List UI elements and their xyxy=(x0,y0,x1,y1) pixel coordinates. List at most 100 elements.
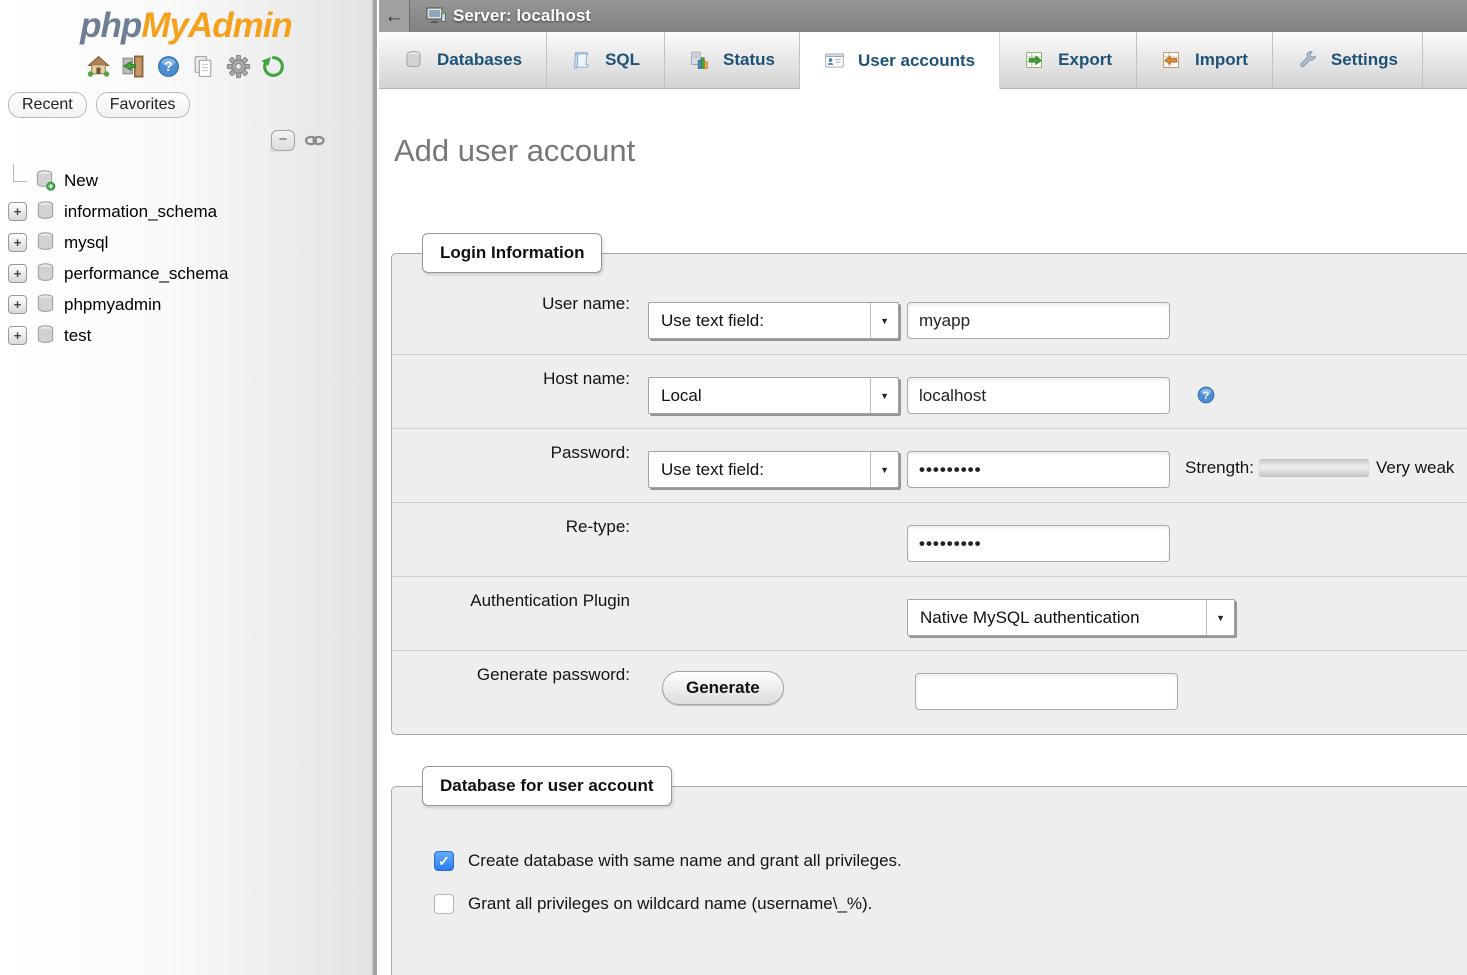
tree-item-mysql[interactable]: + mysql xyxy=(8,227,372,258)
database-for-user-fieldset: Database for user account ✓ Create datab… xyxy=(391,786,1467,975)
tab-user-accounts[interactable]: User accounts xyxy=(800,32,1000,89)
password-type-value: Use text field: xyxy=(661,460,764,480)
import-icon xyxy=(1161,50,1182,71)
auth-plugin-row: Authentication Plugin Native MySQL authe… xyxy=(392,576,1467,650)
tab-import[interactable]: Import xyxy=(1137,32,1273,88)
link-icon[interactable] xyxy=(304,133,326,148)
sidebar: phpMyAdmin ? Recent Favorites xyxy=(0,0,372,975)
grant-wildcard-option[interactable]: Grant all privileges on wildcard name (u… xyxy=(434,894,1467,914)
database-icon xyxy=(34,324,57,347)
page-title: Add user account xyxy=(394,133,1467,169)
tab-status[interactable]: Status xyxy=(665,32,800,88)
username-type-value: Use text field: xyxy=(661,311,764,331)
docs-icon[interactable] xyxy=(191,54,216,79)
password-type-select[interactable]: Use text field: ▼ xyxy=(648,451,899,488)
sidebar-resizer[interactable] xyxy=(372,0,379,975)
server-breadcrumb[interactable]: Server: localhost xyxy=(453,6,591,26)
retype-label: Re-type: xyxy=(392,503,630,537)
database-icon xyxy=(34,200,57,223)
favorites-button[interactable]: Favorites xyxy=(96,92,190,118)
auth-plugin-select[interactable]: Native MySQL authentication ▼ xyxy=(907,599,1235,636)
chevron-down-icon: ▼ xyxy=(870,378,898,413)
help-icon[interactable]: ? xyxy=(156,54,181,79)
export-icon xyxy=(1024,50,1045,71)
hostname-type-select[interactable]: Local ▼ xyxy=(648,377,899,414)
help-icon[interactable]: ? xyxy=(1196,385,1216,405)
hostname-type-value: Local xyxy=(661,386,702,406)
create-database-option[interactable]: ✓ Create database with same name and gra… xyxy=(434,851,1467,871)
chevron-down-icon: ▼ xyxy=(870,452,898,487)
chevron-down-icon: ▼ xyxy=(870,303,898,338)
username-row: User name: Use text field: ▼ xyxy=(392,280,1467,354)
generate-button[interactable]: Generate xyxy=(662,671,784,705)
username-input[interactable] xyxy=(907,302,1170,339)
sidebar-filter-buttons: Recent Favorites xyxy=(8,92,372,118)
database-icon xyxy=(34,262,57,285)
generated-password-input[interactable] xyxy=(915,673,1178,710)
create-database-label: Create database with same name and grant… xyxy=(468,851,902,871)
password-row: Password: Use text field: ▼ Strength: Ve… xyxy=(392,428,1467,502)
tree-item-label: test xyxy=(64,326,91,346)
database-icon xyxy=(403,50,424,71)
expand-icon[interactable]: + xyxy=(8,326,27,345)
grant-wildcard-label: Grant all privileges on wildcard name (u… xyxy=(468,894,872,914)
database-icon xyxy=(34,231,57,254)
expand-icon[interactable]: + xyxy=(8,264,27,283)
strength-text: Very weak xyxy=(1376,458,1454,478)
tab-databases[interactable]: Databases xyxy=(379,32,547,88)
password-label: Password: xyxy=(392,429,630,463)
home-icon[interactable] xyxy=(86,54,111,79)
svg-text:?: ? xyxy=(1203,390,1210,402)
tree-item-label: New xyxy=(64,171,98,191)
tree-item-performance-schema[interactable]: + performance_schema xyxy=(8,258,372,289)
checkbox-unchecked[interactable] xyxy=(434,894,454,914)
tree-item-test[interactable]: + test xyxy=(8,320,372,351)
retype-row: Re-type: xyxy=(392,502,1467,576)
tree-connector xyxy=(13,164,27,182)
login-information-fieldset: Login Information User name: Use text fi… xyxy=(391,253,1467,735)
hostname-input[interactable] xyxy=(907,377,1170,414)
reload-icon[interactable] xyxy=(261,54,286,79)
tree-item-phpmyadmin[interactable]: + phpmyadmin xyxy=(8,289,372,320)
auth-plugin-label: Authentication Plugin xyxy=(392,577,630,611)
expand-icon[interactable]: + xyxy=(8,295,27,314)
server-icon xyxy=(426,7,447,26)
tree-item-label: performance_schema xyxy=(64,264,228,284)
server-topbar: ← Server: localhost xyxy=(379,0,1467,32)
login-information-legend: Login Information xyxy=(422,233,602,273)
password-strength-meter xyxy=(1259,459,1369,477)
database-new-icon xyxy=(34,169,57,192)
expand-icon[interactable]: + xyxy=(8,233,27,252)
phpmyadmin-logo[interactable]: phpMyAdmin xyxy=(0,0,372,46)
tree-item-information-schema[interactable]: + information_schema xyxy=(8,196,372,227)
tab-settings[interactable]: Settings xyxy=(1273,32,1423,88)
phpmyadmin-app: phpMyAdmin ? Recent Favorites xyxy=(0,0,1467,975)
strength-label: Strength: xyxy=(1185,458,1254,478)
tree-item-new[interactable]: New xyxy=(8,165,372,196)
password-strength: Strength: Very weak xyxy=(1185,458,1454,478)
server-tabs: Databases SQL Status User accounts Expor… xyxy=(379,32,1467,89)
expand-icon[interactable]: + xyxy=(8,202,27,221)
password-input[interactable] xyxy=(907,451,1170,488)
collapse-all-icon[interactable]: − xyxy=(271,130,295,151)
chevron-down-icon: ▼ xyxy=(1206,600,1234,635)
username-label: User name: xyxy=(392,280,630,314)
checkbox-checked[interactable]: ✓ xyxy=(434,851,454,871)
main-panel: ← Server: localhost Databases SQL Status… xyxy=(379,0,1467,975)
username-type-select[interactable]: Use text field: ▼ xyxy=(648,302,899,339)
logo-php-text: php xyxy=(80,6,141,45)
page-content: Add user account Login Information User … xyxy=(379,89,1467,975)
settings-icon[interactable] xyxy=(226,54,251,79)
hostname-row: Host name: Local ▼ ? xyxy=(392,354,1467,428)
svg-text:?: ? xyxy=(164,59,172,74)
tab-export[interactable]: Export xyxy=(1000,32,1137,88)
sidebar-toolbar: ? xyxy=(0,54,372,79)
tree-item-label: mysql xyxy=(64,233,108,253)
logout-icon[interactable] xyxy=(121,54,146,79)
retype-password-input[interactable] xyxy=(907,525,1170,562)
wrench-icon xyxy=(1297,50,1318,71)
database-tree: New + information_schema + mysql + xyxy=(0,165,372,351)
recent-button[interactable]: Recent xyxy=(8,92,87,118)
tab-sql[interactable]: SQL xyxy=(547,32,665,88)
back-button[interactable]: ← xyxy=(379,0,410,32)
